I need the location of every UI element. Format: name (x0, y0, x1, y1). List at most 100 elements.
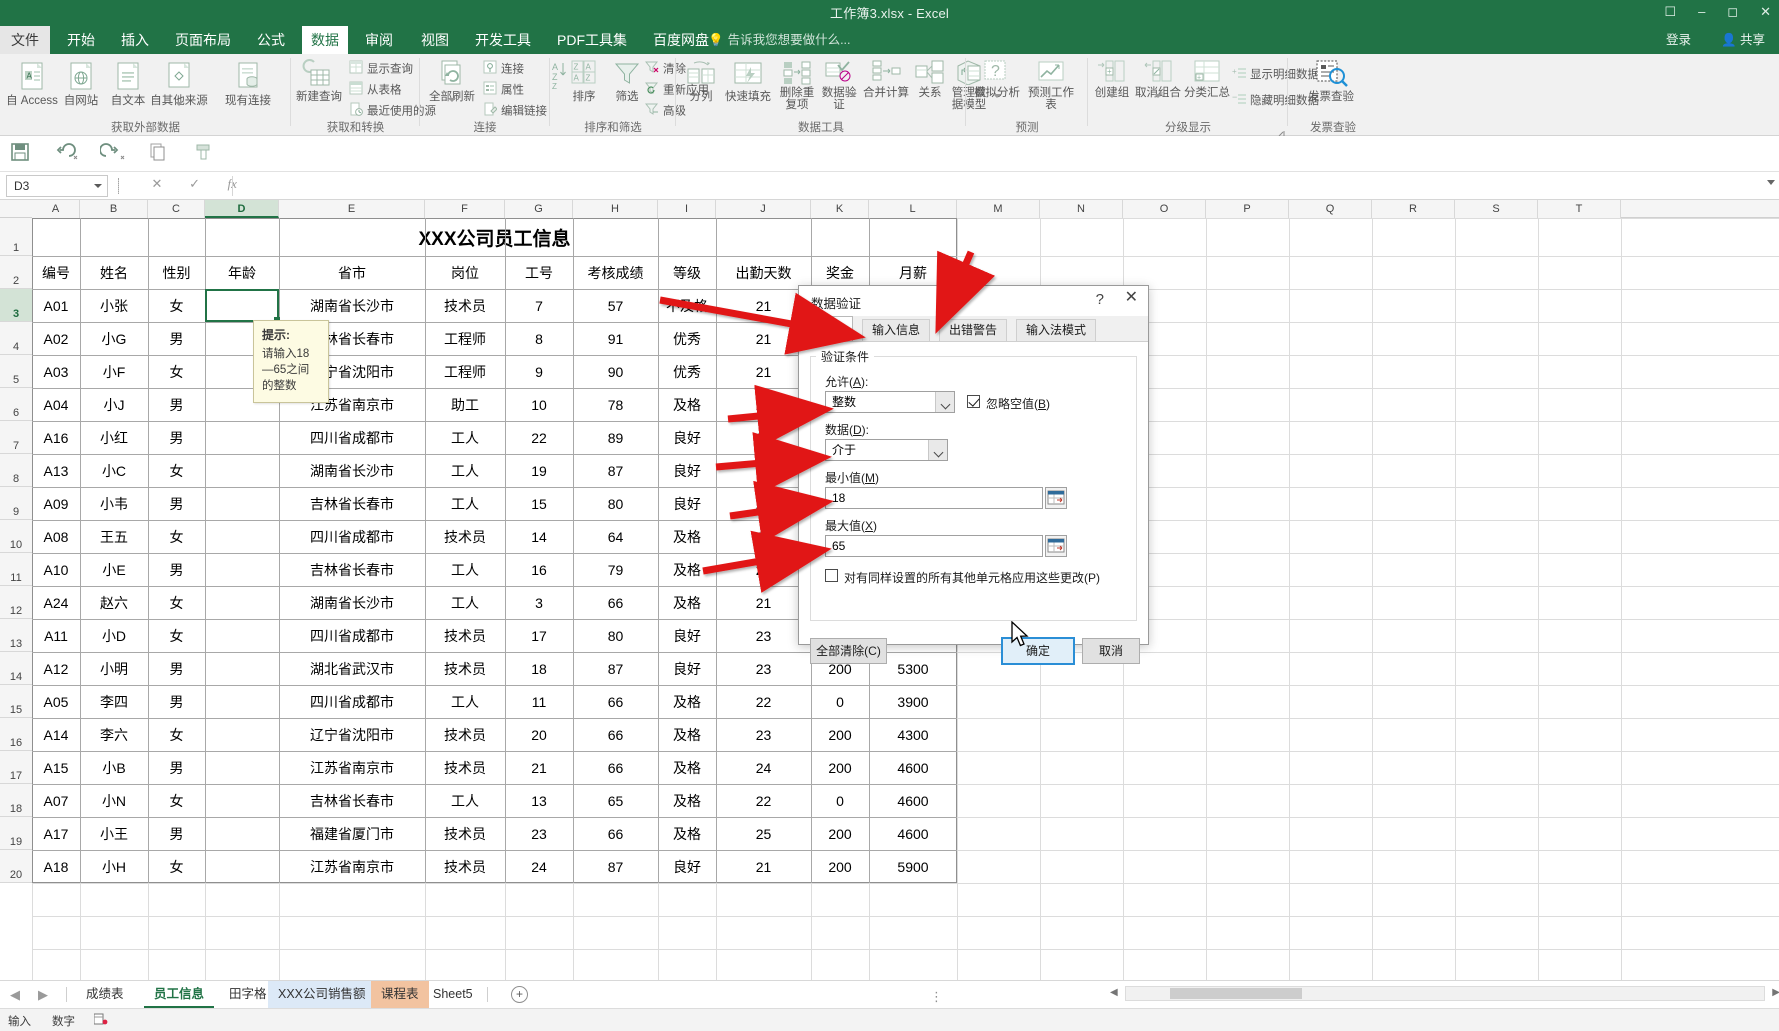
name-box[interactable]: D3 (6, 175, 108, 197)
tab-home[interactable]: 开始 (58, 26, 104, 54)
row-header-13[interactable]: 13 (0, 619, 32, 652)
cell-E11[interactable]: 吉林省长春市 (279, 553, 425, 586)
cell-J3[interactable]: 21 (716, 289, 811, 322)
cell-K16[interactable]: 200 (811, 718, 869, 751)
cell-F8[interactable]: 工人 (425, 454, 505, 487)
cell-I18[interactable]: 及格 (658, 784, 716, 817)
cell-K18[interactable]: 0 (811, 784, 869, 817)
tab-insert[interactable]: 插入 (112, 26, 158, 54)
ungroup-button[interactable]: 取消组合 (1134, 59, 1182, 100)
tab-review[interactable]: 审阅 (356, 26, 402, 54)
row-header-10[interactable]: 10 (0, 520, 32, 553)
cell-G3[interactable]: 7 (505, 289, 573, 322)
cell-D2[interactable]: 年龄 (205, 256, 279, 289)
cell-I11[interactable]: 及格 (658, 553, 716, 586)
cell-H8[interactable]: 87 (573, 454, 658, 487)
cell-I20[interactable]: 良好 (658, 850, 716, 883)
col-header-F[interactable]: F (425, 200, 505, 218)
cell-F14[interactable]: 技术员 (425, 652, 505, 685)
relationships-button[interactable]: 关系 (910, 59, 950, 100)
cell-B15[interactable]: 李四 (80, 685, 148, 718)
cell-B9[interactable]: 小韦 (80, 487, 148, 520)
cell-C5[interactable]: 女 (148, 355, 205, 388)
cell-H13[interactable]: 80 (573, 619, 658, 652)
col-header-T[interactable]: T (1538, 200, 1621, 218)
row-header-19[interactable]: 19 (0, 817, 32, 850)
cell-J7[interactable]: 24 (716, 421, 811, 454)
row-header-3[interactable]: 3 (0, 289, 32, 322)
cell-B6[interactable]: 小J (80, 388, 148, 421)
apply-all-checkbox[interactable] (825, 569, 838, 582)
remove-duplicates-button[interactable]: 删除重复项 (776, 59, 818, 111)
save-icon[interactable] (10, 142, 30, 167)
cell-H7[interactable]: 89 (573, 421, 658, 454)
cell-G14[interactable]: 18 (505, 652, 573, 685)
tell-me-box[interactable]: 💡 告诉我您想要做什么... (708, 26, 851, 54)
cell-J8[interactable]: 23 (716, 454, 811, 487)
cell-F6[interactable]: 助工 (425, 388, 505, 421)
cell-C8[interactable]: 女 (148, 454, 205, 487)
sheet-tab-yuangongxinxi[interactable]: 员工信息 (144, 981, 215, 1008)
forecast-sheet-button[interactable]: 预测工作表 (1024, 59, 1078, 111)
cell-H17[interactable]: 66 (573, 751, 658, 784)
cell-G20[interactable]: 24 (505, 850, 573, 883)
tab-pdf-tools[interactable]: PDF工具集 (548, 26, 636, 54)
cell-E20[interactable]: 江苏省南京市 (279, 850, 425, 883)
cell-E2[interactable]: 省市 (279, 256, 425, 289)
cell-B4[interactable]: 小G (80, 322, 148, 355)
sheet-overflow-icon[interactable]: ⋮ (930, 989, 945, 1005)
chevron-down-icon[interactable] (175, 101, 183, 106)
col-header-J[interactable]: J (716, 200, 811, 218)
cell-G5[interactable]: 9 (505, 355, 573, 388)
cell-I3[interactable]: 不及格 (658, 289, 716, 322)
cell-I4[interactable]: 优秀 (658, 322, 716, 355)
cell-C18[interactable]: 女 (148, 784, 205, 817)
undo-icon[interactable] (53, 142, 79, 167)
cell-C6[interactable]: 男 (148, 388, 205, 421)
cell-B16[interactable]: 李六 (80, 718, 148, 751)
chevron-down-icon[interactable] (928, 440, 947, 460)
allow-combo[interactable]: 整数 (825, 391, 955, 413)
chevron-down-icon[interactable] (993, 93, 1001, 98)
cell-B5[interactable]: 小F (80, 355, 148, 388)
cell-J11[interactable]: 22 (716, 553, 811, 586)
scroll-right-icon[interactable]: ▶ (1772, 987, 1779, 998)
cell-B10[interactable]: 王五 (80, 520, 148, 553)
show-queries-button[interactable]: 显示查询 (349, 60, 413, 80)
row-header-1[interactable]: 1 (0, 218, 32, 256)
cell-J2[interactable]: 出勤天数 (716, 256, 811, 289)
row-header-18[interactable]: 18 (0, 784, 32, 817)
text-to-columns-button[interactable]: 分列 (680, 59, 722, 104)
cell-G2[interactable]: 工号 (505, 256, 573, 289)
sheet-tab-sheet5[interactable]: Sheet5 (423, 981, 483, 1008)
col-header-R[interactable]: R (1372, 200, 1455, 218)
maximize-icon[interactable]: ◻ (1727, 2, 1738, 22)
cell-E18[interactable]: 吉林省长春市 (279, 784, 425, 817)
cell-A3[interactable]: A01 (32, 289, 80, 322)
cell-F13[interactable]: 技术员 (425, 619, 505, 652)
close-icon[interactable]: ✕ (1760, 2, 1771, 22)
range-picker-icon[interactable] (1045, 535, 1067, 557)
help-icon[interactable]: ? (1096, 291, 1104, 308)
row-header-5[interactable]: 5 (0, 355, 32, 388)
cell-A20[interactable]: A18 (32, 850, 80, 883)
row-header-20[interactable]: 20 (0, 850, 32, 883)
row-header-7[interactable]: 7 (0, 421, 32, 454)
col-header-D[interactable]: D (205, 200, 279, 218)
data-validation-dialog[interactable]: 数据验证 ? ✕ 设置 输入信息 出错警告 输入法模式 验证条件 允许(A): … (798, 285, 1149, 665)
cell-G11[interactable]: 16 (505, 553, 573, 586)
cell-H12[interactable]: 66 (573, 586, 658, 619)
invoice-check-button[interactable]: 发票查验 (1302, 59, 1360, 103)
close-icon[interactable]: ✕ (1125, 290, 1138, 306)
cell-H2[interactable]: 考核成绩 (573, 256, 658, 289)
col-header-N[interactable]: N (1040, 200, 1123, 218)
cell-G13[interactable]: 17 (505, 619, 573, 652)
cell-C3[interactable]: 女 (148, 289, 205, 322)
sheet-prev-button[interactable]: ◀ (10, 987, 20, 1003)
cell-A18[interactable]: A07 (32, 784, 80, 817)
cell-L16[interactable]: 4300 (869, 718, 957, 751)
cell-E14[interactable]: 湖北省武汉市 (279, 652, 425, 685)
cell-H19[interactable]: 66 (573, 817, 658, 850)
cell-B14[interactable]: 小明 (80, 652, 148, 685)
cell-H3[interactable]: 57 (573, 289, 658, 322)
